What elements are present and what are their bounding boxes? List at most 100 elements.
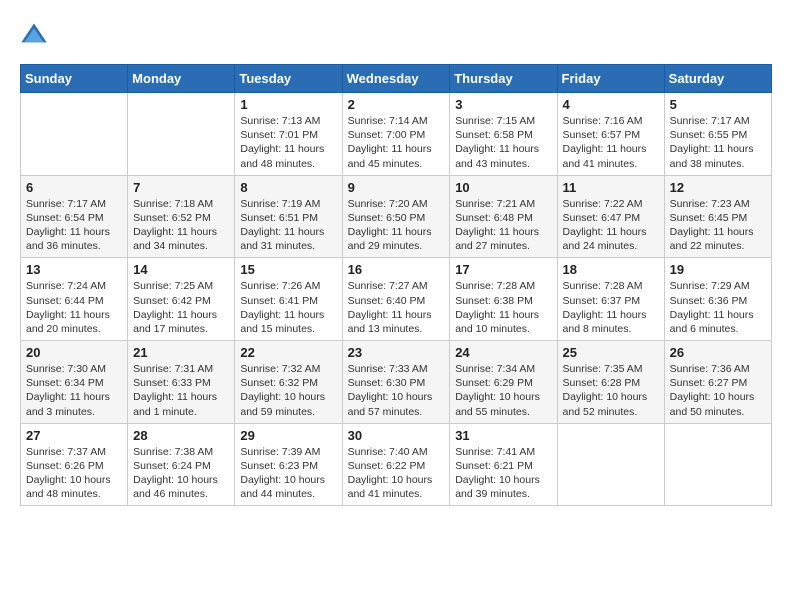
day-number: 9 — [348, 180, 445, 195]
calendar-header-cell: Friday — [557, 65, 664, 93]
day-number: 29 — [240, 428, 336, 443]
calendar-table: SundayMondayTuesdayWednesdayThursdayFrid… — [20, 64, 772, 506]
calendar-day-cell: 4 Sunrise: 7:16 AM Sunset: 6:57 PM Daylig… — [557, 93, 664, 176]
day-number: 19 — [670, 262, 766, 277]
calendar-header-cell: Monday — [128, 65, 235, 93]
day-info: Sunrise: 7:33 AM Sunset: 6:30 PM Dayligh… — [348, 362, 445, 419]
day-info: Sunrise: 7:28 AM Sunset: 6:37 PM Dayligh… — [563, 279, 659, 336]
day-info: Sunrise: 7:28 AM Sunset: 6:38 PM Dayligh… — [455, 279, 551, 336]
calendar-day-cell: 30 Sunrise: 7:40 AM Sunset: 6:22 PM Dayli… — [342, 423, 450, 506]
day-info: Sunrise: 7:32 AM Sunset: 6:32 PM Dayligh… — [240, 362, 336, 419]
day-info: Sunrise: 7:24 AM Sunset: 6:44 PM Dayligh… — [26, 279, 122, 336]
day-number: 6 — [26, 180, 122, 195]
day-number: 4 — [563, 97, 659, 112]
day-info: Sunrise: 7:14 AM Sunset: 7:00 PM Dayligh… — [348, 114, 445, 171]
page-header — [20, 20, 772, 48]
day-info: Sunrise: 7:22 AM Sunset: 6:47 PM Dayligh… — [563, 197, 659, 254]
calendar-header-cell: Sunday — [21, 65, 128, 93]
day-number: 1 — [240, 97, 336, 112]
calendar-day-cell: 20 Sunrise: 7:30 AM Sunset: 6:34 PM Dayli… — [21, 341, 128, 424]
day-number: 12 — [670, 180, 766, 195]
calendar-day-cell: 17Sunrise: 7:28 AM Sunset: 6:38 PM Dayli… — [450, 258, 557, 341]
calendar-header-cell: Wednesday — [342, 65, 450, 93]
calendar-day-cell: 5Sunrise: 7:17 AM Sunset: 6:55 PM Daylig… — [664, 93, 771, 176]
calendar-week-row: 13 Sunrise: 7:24 AM Sunset: 6:44 PM Dayli… — [21, 258, 772, 341]
day-info: Sunrise: 7:17 AM Sunset: 6:54 PM Dayligh… — [26, 197, 122, 254]
day-number: 5 — [670, 97, 766, 112]
day-number: 8 — [240, 180, 336, 195]
calendar-week-row: 6 Sunrise: 7:17 AM Sunset: 6:54 PM Daylig… — [21, 175, 772, 258]
calendar-day-cell: 12 Sunrise: 7:23 AM Sunset: 6:45 PM Dayli… — [664, 175, 771, 258]
day-number: 10 — [455, 180, 551, 195]
calendar-day-cell: 16 Sunrise: 7:27 AM Sunset: 6:40 PM Dayli… — [342, 258, 450, 341]
day-number: 31 — [455, 428, 551, 443]
day-info: Sunrise: 7:40 AM Sunset: 6:22 PM Dayligh… — [348, 445, 445, 502]
calendar-day-cell: 10Sunrise: 7:21 AM Sunset: 6:48 PM Dayli… — [450, 175, 557, 258]
day-info: Sunrise: 7:26 AM Sunset: 6:41 PM Dayligh… — [240, 279, 336, 336]
day-number: 18 — [563, 262, 659, 277]
calendar-day-cell: 13 Sunrise: 7:24 AM Sunset: 6:44 PM Dayli… — [21, 258, 128, 341]
calendar-day-cell — [21, 93, 128, 176]
day-info: Sunrise: 7:35 AM Sunset: 6:28 PM Dayligh… — [563, 362, 659, 419]
calendar-day-cell: 26 Sunrise: 7:36 AM Sunset: 6:27 PM Dayli… — [664, 341, 771, 424]
day-info: Sunrise: 7:15 AM Sunset: 6:58 PM Dayligh… — [455, 114, 551, 171]
day-info: Sunrise: 7:27 AM Sunset: 6:40 PM Dayligh… — [348, 279, 445, 336]
day-info: Sunrise: 7:25 AM Sunset: 6:42 PM Dayligh… — [133, 279, 229, 336]
day-number: 7 — [133, 180, 229, 195]
calendar-day-cell: 9 Sunrise: 7:20 AM Sunset: 6:50 PM Daylig… — [342, 175, 450, 258]
calendar-day-cell: 21 Sunrise: 7:31 AM Sunset: 6:33 PM Dayli… — [128, 341, 235, 424]
calendar-header-cell: Thursday — [450, 65, 557, 93]
day-info: Sunrise: 7:36 AM Sunset: 6:27 PM Dayligh… — [670, 362, 766, 419]
calendar-day-cell: 23 Sunrise: 7:33 AM Sunset: 6:30 PM Dayli… — [342, 341, 450, 424]
day-number: 16 — [348, 262, 445, 277]
day-info: Sunrise: 7:13 AM Sunset: 7:01 PM Dayligh… — [240, 114, 336, 171]
day-number: 2 — [348, 97, 445, 112]
day-number: 15 — [240, 262, 336, 277]
calendar-week-row: 20 Sunrise: 7:30 AM Sunset: 6:34 PM Dayli… — [21, 341, 772, 424]
calendar-day-cell — [128, 93, 235, 176]
day-info: Sunrise: 7:29 AM Sunset: 6:36 PM Dayligh… — [670, 279, 766, 336]
day-info: Sunrise: 7:20 AM Sunset: 6:50 PM Dayligh… — [348, 197, 445, 254]
day-number: 13 — [26, 262, 122, 277]
calendar-day-cell: 18 Sunrise: 7:28 AM Sunset: 6:37 PM Dayli… — [557, 258, 664, 341]
calendar-day-cell: 15 Sunrise: 7:26 AM Sunset: 6:41 PM Dayli… — [235, 258, 342, 341]
calendar-day-cell — [664, 423, 771, 506]
day-info: Sunrise: 7:16 AM Sunset: 6:57 PM Dayligh… — [563, 114, 659, 171]
day-number: 25 — [563, 345, 659, 360]
calendar-day-cell: 22Sunrise: 7:32 AM Sunset: 6:32 PM Dayli… — [235, 341, 342, 424]
day-number: 28 — [133, 428, 229, 443]
calendar-body: 1 Sunrise: 7:13 AM Sunset: 7:01 PM Daylig… — [21, 93, 772, 506]
day-number: 21 — [133, 345, 229, 360]
calendar-week-row: 27Sunrise: 7:37 AM Sunset: 6:26 PM Dayli… — [21, 423, 772, 506]
day-number: 23 — [348, 345, 445, 360]
day-info: Sunrise: 7:34 AM Sunset: 6:29 PM Dayligh… — [455, 362, 551, 419]
day-number: 30 — [348, 428, 445, 443]
day-number: 11 — [563, 180, 659, 195]
calendar-day-cell: 3 Sunrise: 7:15 AM Sunset: 6:58 PM Daylig… — [450, 93, 557, 176]
logo — [20, 20, 52, 48]
calendar-header-cell: Saturday — [664, 65, 771, 93]
day-info: Sunrise: 7:31 AM Sunset: 6:33 PM Dayligh… — [133, 362, 229, 419]
calendar-day-cell: 24 Sunrise: 7:34 AM Sunset: 6:29 PM Dayli… — [450, 341, 557, 424]
day-number: 24 — [455, 345, 551, 360]
day-number: 14 — [133, 262, 229, 277]
day-number: 20 — [26, 345, 122, 360]
calendar-day-cell: 2 Sunrise: 7:14 AM Sunset: 7:00 PM Daylig… — [342, 93, 450, 176]
calendar-day-cell: 11 Sunrise: 7:22 AM Sunset: 6:47 PM Dayli… — [557, 175, 664, 258]
calendar-day-cell: 28Sunrise: 7:38 AM Sunset: 6:24 PM Dayli… — [128, 423, 235, 506]
day-number: 26 — [670, 345, 766, 360]
day-number: 3 — [455, 97, 551, 112]
calendar-day-cell: 25 Sunrise: 7:35 AM Sunset: 6:28 PM Dayli… — [557, 341, 664, 424]
calendar-header-row: SundayMondayTuesdayWednesdayThursdayFrid… — [21, 65, 772, 93]
logo-icon — [20, 20, 48, 48]
day-info: Sunrise: 7:41 AM Sunset: 6:21 PM Dayligh… — [455, 445, 551, 502]
calendar-day-cell: 27Sunrise: 7:37 AM Sunset: 6:26 PM Dayli… — [21, 423, 128, 506]
calendar-day-cell: 8Sunrise: 7:19 AM Sunset: 6:51 PM Daylig… — [235, 175, 342, 258]
calendar-day-cell: 29 Sunrise: 7:39 AM Sunset: 6:23 PM Dayli… — [235, 423, 342, 506]
day-info: Sunrise: 7:30 AM Sunset: 6:34 PM Dayligh… — [26, 362, 122, 419]
calendar-day-cell: 6 Sunrise: 7:17 AM Sunset: 6:54 PM Daylig… — [21, 175, 128, 258]
day-info: Sunrise: 7:39 AM Sunset: 6:23 PM Dayligh… — [240, 445, 336, 502]
day-info: Sunrise: 7:37 AM Sunset: 6:26 PM Dayligh… — [26, 445, 122, 502]
day-info: Sunrise: 7:23 AM Sunset: 6:45 PM Dayligh… — [670, 197, 766, 254]
calendar-day-cell: 7Sunrise: 7:18 AM Sunset: 6:52 PM Daylig… — [128, 175, 235, 258]
